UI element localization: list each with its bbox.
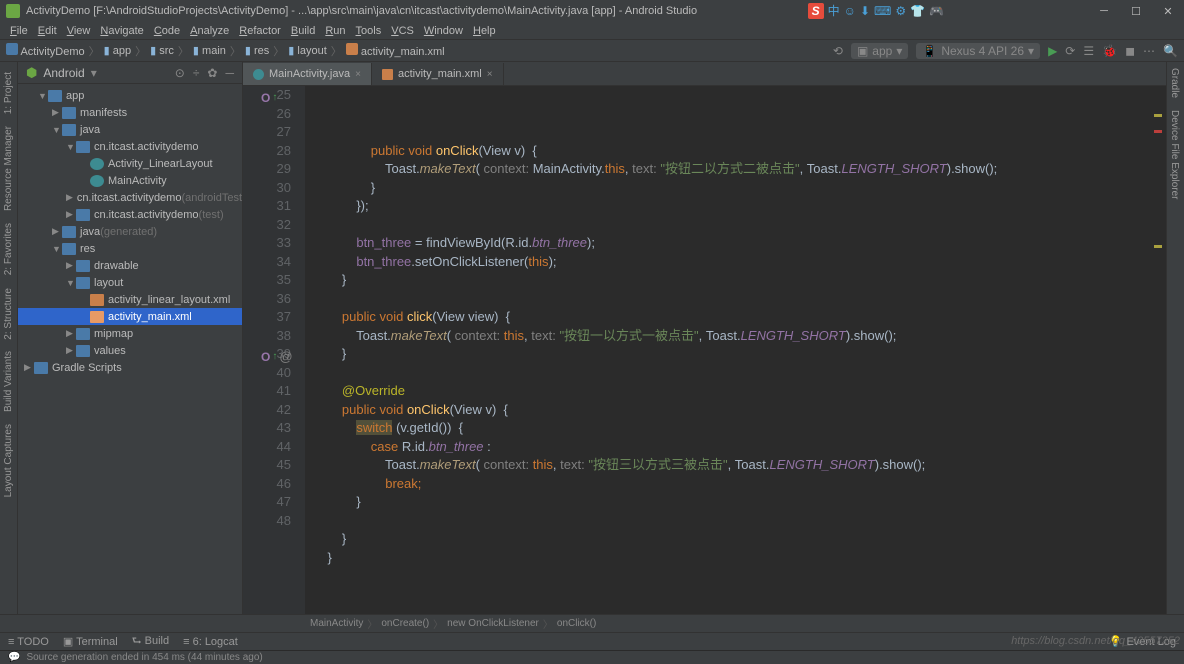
status-message: Source generation ended in 454 ms (44 mi… [26, 652, 262, 663]
project-sidebar: ⬢ Android ▾ ⊙ ÷ ✿ ─ ▼app▶manifests▼java▼… [18, 62, 243, 614]
tree-item-cn-itcast-activitydemo[interactable]: ▶cn.itcast.activitydemo (test) [18, 206, 242, 223]
crumb-main[interactable]: ▮ main [193, 44, 226, 57]
device-dropdown[interactable]: 📱 Nexus 4 API 26 ▾ [916, 43, 1040, 59]
crumb-src[interactable]: ▮ src [150, 44, 174, 57]
run-button[interactable]: ▶ [1048, 44, 1057, 58]
tree-item-activity_linear_layout-xml[interactable]: activity_linear_layout.xml [18, 291, 242, 308]
more-icon[interactable]: ⋯ [1143, 44, 1155, 58]
tool-tab-build-variants[interactable]: Build Variants [3, 345, 14, 418]
search-icon[interactable]: 🔍 [1163, 44, 1178, 58]
bottom-tool--terminal[interactable]: ▣ Terminal [63, 635, 118, 648]
hide-icon[interactable]: ─ [225, 66, 234, 80]
tree-item-java[interactable]: ▶java (generated) [18, 223, 242, 240]
crumb-project[interactable]: ActivityDemo [6, 43, 85, 58]
watermark: https://blog.csdn.net/qq_42557252 [1011, 635, 1180, 647]
menu-build[interactable]: Build [287, 25, 319, 37]
bottom-tool-bar: ≡ TODO▣ Terminal⮑ Build≡ 6: Logcat💡Event… [0, 632, 1184, 650]
tool-tab-2-structure[interactable]: 2: Structure [3, 282, 14, 346]
editor-tabs: MainActivity.java×activity_main.xml× [243, 62, 1166, 86]
tree-item-manifests[interactable]: ▶manifests [18, 104, 242, 121]
menu-code[interactable]: Code [150, 25, 184, 37]
tree-item-drawable[interactable]: ▶drawable [18, 257, 242, 274]
navigation-bar: ActivityDemo〉▮ app〉▮ src〉▮ main〉▮ res〉▮ … [0, 40, 1184, 62]
run-config-dropdown[interactable]: ▣ app ▾ [851, 43, 908, 59]
crumb-activity_main.xml[interactable]: activity_main.xml [346, 43, 445, 58]
code-crumb-onclick-[interactable]: onClick() [557, 618, 596, 629]
tree-item-java[interactable]: ▼java [18, 121, 242, 138]
menu-help[interactable]: Help [469, 25, 500, 37]
minimize-button[interactable]: ─ [1088, 0, 1120, 22]
app-icon [6, 4, 20, 18]
attach-icon[interactable]: 🐞 [1102, 44, 1117, 58]
tool-tab-1-project[interactable]: 1: Project [3, 66, 14, 120]
gutter: O↑ O↑@ 252627282930313233343536373839404… [243, 86, 305, 614]
ime-indicator: S 中 ☺⬇⌨⚙👕🎮 [808, 2, 944, 19]
menu-edit[interactable]: Edit [34, 25, 61, 37]
menu-view[interactable]: View [63, 25, 95, 37]
status-bar: 💬 Source generation ended in 454 ms (44 … [0, 650, 1184, 664]
tree-item-activity_linearlayout[interactable]: Activity_LinearLayout [18, 155, 242, 172]
tree-item-gradle-scripts[interactable]: ▶Gradle Scripts [18, 359, 242, 376]
menu-bar: FileEditViewNavigateCodeAnalyzeRefactorB… [0, 22, 1184, 40]
tab-activity_main-xml[interactable]: activity_main.xml× [372, 63, 504, 85]
code-crumb-new-onclicklistener[interactable]: new OnClickListener [447, 618, 539, 629]
window-title: ActivityDemo [F:\AndroidStudioProjects\A… [26, 5, 697, 17]
menu-tools[interactable]: Tools [352, 25, 386, 37]
tree-item-app[interactable]: ▼app [18, 87, 242, 104]
tree-item-res[interactable]: ▼res [18, 240, 242, 257]
menu-vcs[interactable]: VCS [387, 25, 418, 37]
tree-item-cn-itcast-activitydemo[interactable]: ▶cn.itcast.activitydemo (androidTest) [18, 189, 242, 206]
menu-window[interactable]: Window [420, 25, 467, 37]
tool-tab-resource-manager[interactable]: Resource Manager [3, 120, 14, 217]
tool-tab-2-favorites[interactable]: 2: Favorites [3, 217, 14, 281]
sidebar-header: ⬢ Android ▾ ⊙ ÷ ✿ ─ [18, 62, 242, 84]
profile-icon[interactable]: ☰ [1083, 44, 1094, 58]
tree-item-values[interactable]: ▶values [18, 342, 242, 359]
menu-navigate[interactable]: Navigate [96, 25, 147, 37]
right-tool-strip: GradleDevice File Explorer [1166, 62, 1184, 614]
android-icon: ⬢ [26, 65, 37, 81]
menu-file[interactable]: File [6, 25, 32, 37]
editor-area: MainActivity.java×activity_main.xml× O↑ … [243, 62, 1166, 614]
expand-icon[interactable]: ÷ [193, 66, 200, 80]
tool-tab-gradle[interactable]: Gradle [1167, 62, 1182, 104]
crumb-layout[interactable]: ▮ layout [288, 44, 326, 57]
stop-icon[interactable]: ◼ [1125, 44, 1135, 58]
sidebar-dropdown[interactable]: ▾ [91, 66, 97, 80]
message-icon: 💬 [8, 652, 20, 663]
left-tool-strip: 1: ProjectResource Manager2: Favorites2:… [0, 62, 18, 614]
settings-icon[interactable]: ✿ [207, 66, 217, 80]
crumb-app[interactable]: ▮ app [104, 44, 131, 57]
tool-tab-device-file-explorer[interactable]: Device File Explorer [1167, 104, 1182, 205]
tool-tab-layout-captures[interactable]: Layout Captures [3, 418, 14, 503]
tab-mainactivity-java[interactable]: MainActivity.java× [243, 63, 372, 85]
title-bar: ActivityDemo [F:\AndroidStudioProjects\A… [0, 0, 1184, 22]
close-button[interactable]: ✕ [1152, 0, 1184, 22]
tree-item-activity_main-xml[interactable]: activity_main.xml [18, 308, 242, 325]
bottom-tool--build[interactable]: ⮑ Build [132, 632, 169, 651]
code-editor[interactable]: public void onClick(View v) { Toast.make… [305, 86, 1166, 614]
code-crumb-oncreate-[interactable]: onCreate() [381, 618, 429, 629]
menu-refactor[interactable]: Refactor [235, 25, 285, 37]
error-stripe[interactable] [1154, 88, 1164, 612]
project-tree[interactable]: ▼app▶manifests▼java▼cn.itcast.activityde… [18, 84, 242, 614]
tree-item-mainactivity[interactable]: MainActivity [18, 172, 242, 189]
debug-icon[interactable]: ⟳ [1065, 44, 1075, 58]
code-crumb-mainactivity[interactable]: MainActivity [310, 618, 363, 629]
code-breadcrumb[interactable]: MainActivity 〉 onCreate() 〉 new OnClickL… [0, 614, 1184, 632]
collapse-icon[interactable]: ⊙ [175, 66, 185, 80]
maximize-button[interactable]: ☐ [1120, 0, 1152, 22]
crumb-res[interactable]: ▮ res [245, 44, 269, 57]
menu-analyze[interactable]: Analyze [186, 25, 233, 37]
menu-run[interactable]: Run [321, 25, 349, 37]
tree-item-mipmap[interactable]: ▶mipmap [18, 325, 242, 342]
tree-item-layout[interactable]: ▼layout [18, 274, 242, 291]
sync-icon[interactable]: ⟲ [833, 44, 843, 58]
tree-item-cn-itcast-activitydemo[interactable]: ▼cn.itcast.activitydemo [18, 138, 242, 155]
